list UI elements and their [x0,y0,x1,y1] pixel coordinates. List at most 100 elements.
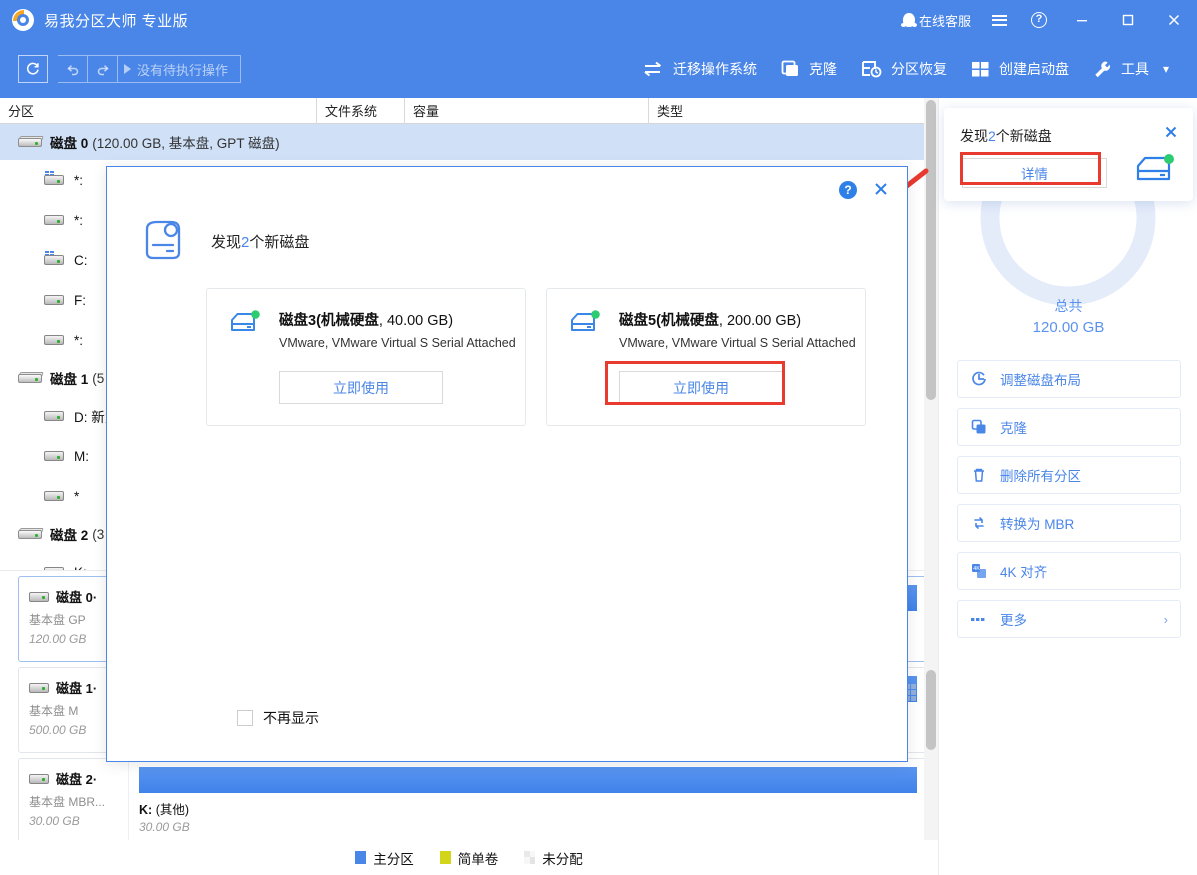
donut-total-title: 总共 [1054,298,1083,314]
online-support-button[interactable]: 在线客服 [895,0,979,40]
undo-icon [66,65,78,76]
new-disk-card-list: 磁盘3(机械硬盘, 40.00 GB) VMware, VMware Virtua… [206,288,866,426]
system-part-icon [44,171,64,186]
column-header-partition[interactable]: 分区 [0,98,316,124]
partition-list-scrollbar[interactable] [924,98,938,570]
partition-row-label: F: [74,292,86,308]
close-icon[interactable] [1151,0,1197,40]
maximize-icon[interactable] [1105,0,1151,40]
chevron-down-icon: ▾ [1162,62,1169,76]
disk-row[interactable]: 磁盘 0 (120.00 GB, 基本盘, GPT 磁盘) [0,124,938,160]
legend-label: 简单卷 [457,851,499,867]
dialog-title-prefix: 发现 [211,234,242,251]
help-circle-icon[interactable]: ? [1019,0,1059,40]
partition-recovery-label: 分区恢复 [890,61,947,77]
new-disk-icon [1133,152,1177,191]
legend-swatch [524,851,536,864]
disk-icon [29,773,49,785]
new-disk-card: 磁盘3(机械硬盘, 40.00 GB) VMware, VMware Virtua… [206,288,526,426]
column-header-filesystem[interactable]: 文件系统 [316,97,404,124]
partition-row-label: * [74,488,80,504]
dialog-title-suffix: 个新磁盘 [249,234,310,251]
legend-label: 主分区 [373,851,414,867]
sidebar-action-trash[interactable]: 删除所有分区 [957,456,1181,494]
sidebar-action-clone[interactable]: 克隆 [957,408,1181,446]
sidebar-action-more-dots[interactable]: 更多 › [957,600,1181,638]
part-icon [44,334,64,346]
redo-button[interactable] [88,55,118,83]
sidebar-action-label: 调整磁盘布局 [1000,373,1081,388]
new-disk-card: 磁盘5(机械硬盘, 200.00 GB) VMware, VMware Virtu… [546,288,866,426]
partition-legend: 主分区 简单卷 未分配 [0,840,938,875]
toast-title-count: 2 [988,128,996,144]
toast-close-icon[interactable] [1161,122,1181,142]
disk-card-title: 磁盘 2· [29,769,122,788]
partition-row-label: *: [74,212,84,228]
sidebar-action-4k-align[interactable]: 4K 4K 对齐 [957,552,1181,590]
app-window: 易我分区大师 专业版 在线客服 ? 没有待执行操作 迁移操作系统 克隆 分区恢复… [0,0,1197,875]
donut-total-text: 总共 120.00 GB [939,296,1197,338]
partition-master-logo [12,9,34,31]
legend-item: 简单卷 [439,848,499,868]
refresh-button[interactable] [18,55,48,83]
column-header-capacity[interactable]: 容量 [404,97,648,124]
dont-show-again-row[interactable]: 不再显示 [237,708,319,728]
partition-row-label: M: [74,448,89,464]
new-disk-card-desc: VMware, VMware Virtual S Serial Attached [279,336,516,350]
sidebar-action-list: 调整磁盘布局克隆删除所有分区转换为 MBR 4K 4K 对齐 更多 › [957,360,1181,648]
chevron-right-icon: › [1163,611,1168,627]
menu-icon[interactable] [979,0,1019,40]
legend-item: 未分配 [524,848,583,868]
scrollbar-thumb[interactable] [926,100,936,400]
title-bar: 易我分区大师 专业版 在线客服 ? [0,0,1197,40]
disk-green-dot-icon [569,309,603,350]
sidebar-action-label: 4K 对齐 [1000,565,1048,580]
disk-list-scrollbar[interactable] [924,570,938,840]
dialog-title: 发现2个新磁盘 [211,231,309,252]
hard-disk-icon [18,372,42,385]
scrollbar-thumb[interactable] [926,670,936,750]
new-disk-card-desc: VMware, VMware Virtual S Serial Attached [619,336,856,350]
partition-segment[interactable] [139,767,917,793]
new-disk-card-name: 磁盘5(机械硬盘, 200.00 GB) [619,313,802,329]
partition-row-label: *: [74,172,84,188]
part-icon [44,450,64,462]
disk-icon [29,682,49,694]
minimize-icon[interactable] [1059,0,1105,40]
disk-row-meta: (120.00 GB, 基本盘, GPT 磁盘) [92,136,280,151]
migrate-os-icon [644,61,662,77]
disk-card[interactable]: 磁盘 2· 基本盘 MBR... 30.00 GB K: (其他) 30.00 GB [18,758,928,840]
use-now-button[interactable]: 立即使用 [619,371,783,404]
sidebar-action-disk-layout[interactable]: 调整磁盘布局 [957,360,1181,398]
disk-card-size: 30.00 GB [29,814,80,828]
help-circle-icon[interactable]: ? [839,181,857,199]
partition-recovery-button[interactable]: 分区恢复 [849,53,959,85]
column-header-type[interactable]: 类型 [648,97,938,124]
new-disk-toast: 发现2个新磁盘 详情 [944,108,1193,201]
tools-button[interactable]: 工具 ▾ [1081,53,1181,85]
disk-row-meta: (3 [92,526,105,542]
partition-bar [139,767,917,793]
undo-button[interactable] [58,55,88,83]
clone-button[interactable]: 克隆 [769,53,849,85]
create-boot-disk-button[interactable]: 创建启动盘 [959,53,1081,85]
dialog-close-icon[interactable] [869,177,893,201]
toast-details-label: 详情 [1021,167,1048,182]
dont-show-again-checkbox[interactable] [237,710,253,726]
toast-details-button[interactable]: 详情 [962,158,1107,188]
donut-total-value: 120.00 GB [1032,319,1105,336]
new-disk-card-name: 磁盘3(机械硬盘, 40.00 GB) [279,313,454,329]
pending-operations-button[interactable]: 没有待执行操作 [118,55,242,83]
disk-row-name: 磁盘 1 [50,372,89,387]
partition-table-header: 分区 文件系统 容量 类型 [0,97,938,124]
title-bar-controls: 在线客服 ? [895,0,1197,40]
disk-card-subtitle: 基本盘 MBR... [29,795,106,809]
tools-label: 工具 [1120,61,1149,77]
convert-mbr-icon [970,515,988,531]
migrate-os-button[interactable]: 迁移操作系统 [631,53,769,85]
pending-operations-label: 没有待执行操作 [137,62,229,78]
sidebar-action-convert-mbr[interactable]: 转换为 MBR [957,504,1181,542]
sidebar-action-label: 转换为 MBR [1000,517,1075,532]
use-now-button[interactable]: 立即使用 [279,371,443,404]
disk-card-info: 磁盘 2· 基本盘 MBR... 30.00 GB [19,759,129,840]
